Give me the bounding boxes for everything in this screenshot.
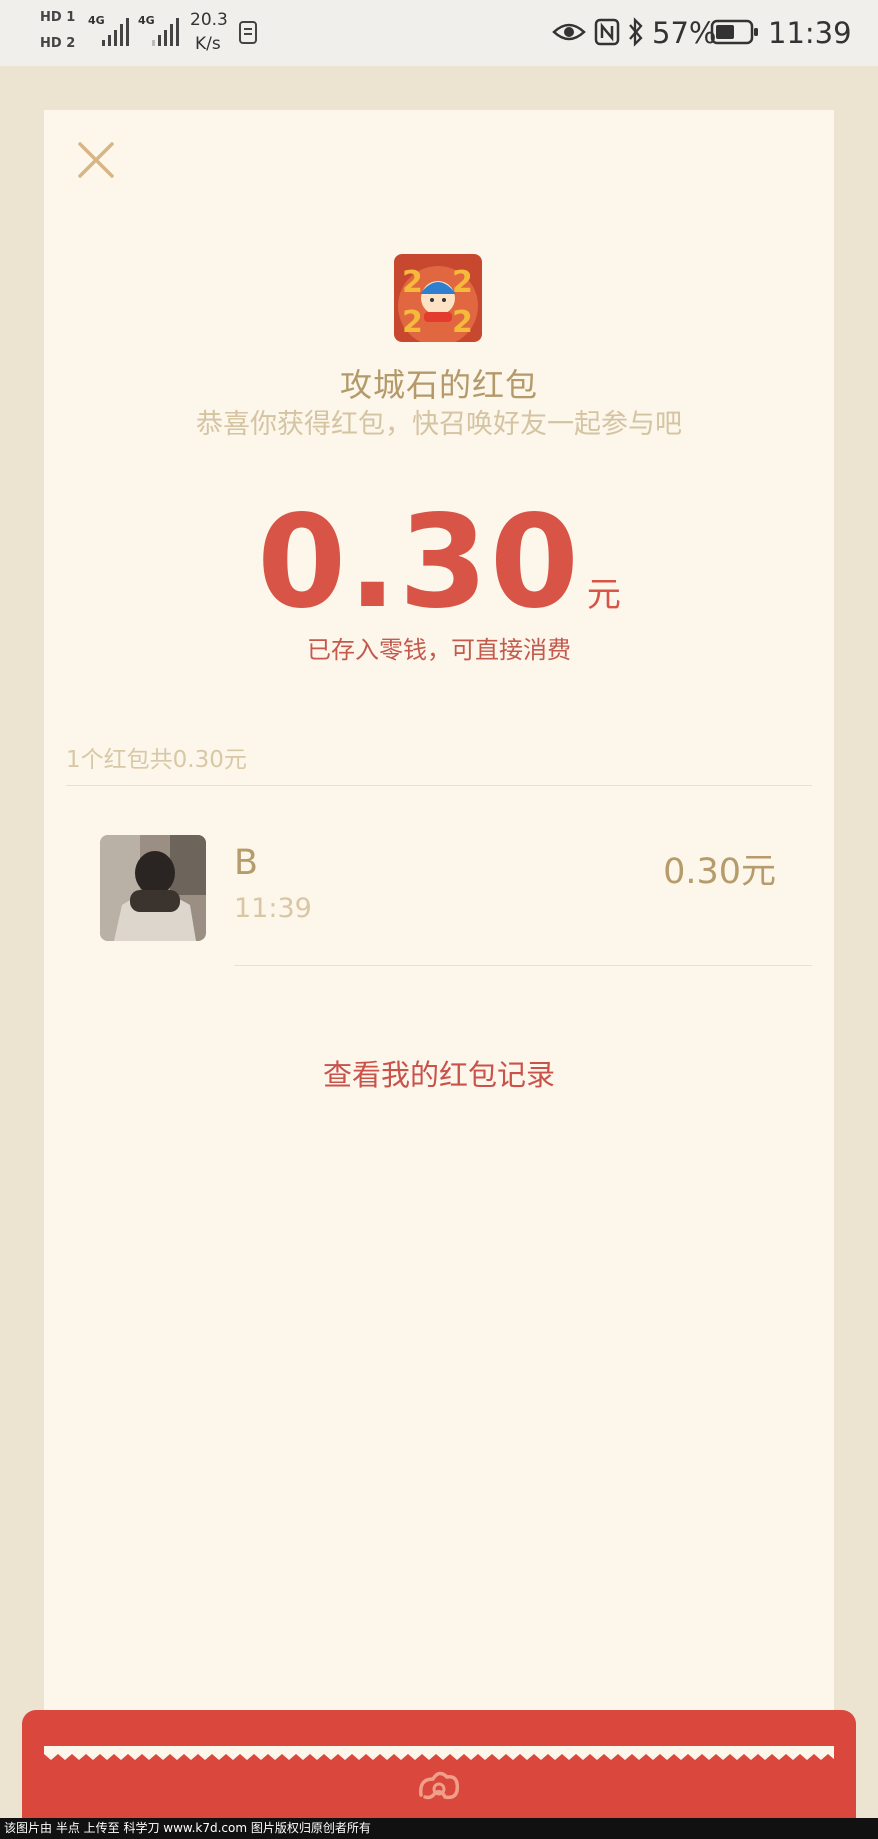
sender-title: 攻城石的红包 (339, 366, 538, 404)
zigzag-edge (44, 1746, 834, 1760)
network-speed-unit: K/s (195, 34, 221, 54)
clock: 11:39 (768, 16, 852, 50)
amount-value: 0.30 (257, 488, 581, 637)
amount-unit: 元 (586, 575, 621, 615)
sender-avatar: 2 2 2 2 (394, 254, 482, 342)
watermark: 该图片由 半点 上传至 科学刀 www.k7d.com 图片版权归原创者所有 (0, 1818, 878, 1839)
eye-icon (552, 23, 586, 41)
envelope-bottom (22, 1710, 856, 1818)
divider (234, 965, 812, 966)
sim1-indicator: HD 1 (40, 10, 76, 25)
record-name: B (234, 843, 259, 883)
sim2-indicator: HD 2 (40, 36, 76, 51)
status-bar: HD 1 HD 2 4G 4G 20.3 K/s 57% 11:39 (0, 0, 878, 66)
svg-text:2: 2 (452, 305, 473, 340)
packet-summary: 1个红包共0.30元 (66, 747, 247, 773)
close-icon[interactable] (76, 140, 116, 180)
avatar[interactable] (100, 835, 206, 941)
signal-icon (102, 18, 129, 46)
network-speed-value: 20.3 (190, 10, 228, 30)
record-amount: 0.30元 (663, 852, 776, 892)
signal-icon (152, 18, 179, 46)
nfc-icon (594, 18, 620, 46)
svg-text:2: 2 (452, 265, 473, 300)
divider (66, 785, 812, 786)
list-item[interactable]: B 11:39 0.30元 (44, 835, 834, 1015)
svg-text:2: 2 (402, 305, 423, 340)
bluetooth-icon (629, 17, 643, 47)
svg-text:2: 2 (402, 265, 423, 300)
document-icon (239, 21, 257, 44)
stored-note: 已存入零钱，可直接消费 (307, 636, 571, 664)
battery-icon (710, 19, 758, 45)
record-time: 11:39 (234, 893, 312, 924)
amount-row: 0.30 元 (44, 488, 834, 637)
red-packet-card: 2 2 2 2 攻城石的红包 恭喜你获得红包，快召唤好友一起参与吧 0.30 元 … (44, 110, 834, 1760)
cloud-logo-icon (419, 1771, 460, 1800)
view-history-link[interactable]: 查看我的红包记录 (44, 1052, 834, 1094)
subtitle: 恭喜你获得红包，快召唤好友一起参与吧 (196, 409, 682, 440)
battery-percent: 57% (652, 16, 717, 50)
